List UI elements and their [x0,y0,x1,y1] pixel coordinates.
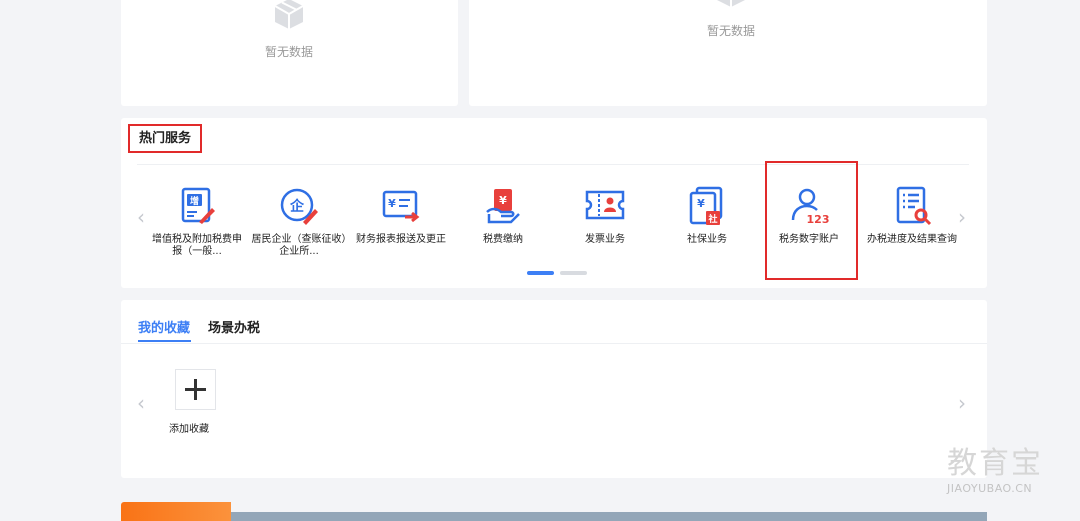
empty-box-icon [717,0,745,7]
tab-scene-tax[interactable]: 场景办税 [208,317,260,336]
service-enterprise-tax[interactable]: 企 居民企业（查账征收）企业所... [251,184,347,258]
svg-text:¥: ¥ [388,197,396,210]
empty-card-right: 暂无数据 [469,0,987,106]
service-label: 财务报表报送及更正 [356,234,446,245]
watermark: 教育宝 JIAOYUBAO.CN [947,446,1063,495]
add-favorite-label: 添加收藏 [169,424,209,435]
empty-box-icon [274,0,304,29]
service-label: 税费缴纳 [483,234,523,245]
service-label: 增值税及附加税费申报（一般... [152,234,242,257]
service-financial-report[interactable]: ¥ 财务报表报送及更正 [353,184,449,246]
empty-state-text: 暂无数据 [265,45,314,59]
add-favorite-button[interactable] [175,369,216,410]
progress-query-icon [896,186,932,226]
watermark-en: JIAOYUBAO.CN [947,482,1033,495]
service-progress-query[interactable]: 办税进度及结果查询 [864,184,960,246]
vat-declaration-icon: 增 [181,187,215,224]
enterprise-tax-icon: 企 [280,188,318,225]
financial-report-icon: ¥ [382,190,420,223]
hot-services-card: 热门服务 ‹ › 增 增值税及附加税费申报（一般... 企 居民企业（查账征收）… [121,118,987,288]
service-label: 办税进度及结果查询 [867,234,957,245]
service-invoice[interactable]: 发票业务 [557,184,653,246]
divider [121,343,987,344]
favorites-next-arrow-icon[interactable]: › [958,393,966,413]
pagination-dot[interactable] [560,271,587,275]
highlight-box [765,161,858,280]
watermark-cn: 教育宝 [947,446,1043,481]
svg-text:¥: ¥ [697,197,705,210]
banner-accent [121,502,231,521]
empty-card-left: 暂无数据 [121,0,458,106]
service-vat-declaration[interactable]: 增 增值税及附加税费申报（一般... [149,184,245,258]
service-social-security[interactable]: ¥ 社 社保业务 [659,184,755,246]
service-label: 发票业务 [585,234,625,245]
tax-payment-icon: ¥ [486,189,520,224]
active-tab-indicator [138,340,191,342]
favorites-card: 我的收藏 场景办税 ‹ › 添加收藏 [121,300,987,478]
service-label: 居民企业（查账征收）企业所... [251,234,347,257]
hot-services-title: 热门服务 [128,124,202,153]
svg-text:增: 增 [190,195,199,207]
favorites-prev-arrow-icon[interactable]: ‹ [137,393,145,413]
service-label: 社保业务 [687,234,727,245]
social-security-icon: ¥ 社 [689,186,723,225]
svg-text:社: 社 [707,213,717,225]
svg-text:企: 企 [289,198,305,215]
service-tax-payment[interactable]: ¥ 税费缴纳 [455,184,551,246]
tab-my-favorites[interactable]: 我的收藏 [138,317,190,336]
empty-state-text: 暂无数据 [707,24,756,38]
invoice-icon [585,190,625,220]
banner-image [231,512,987,521]
svg-text:¥: ¥ [499,194,507,207]
carousel-prev-arrow-icon[interactable]: ‹ [137,207,145,227]
pagination-dot-active[interactable] [527,271,554,275]
plus-icon [185,379,206,400]
